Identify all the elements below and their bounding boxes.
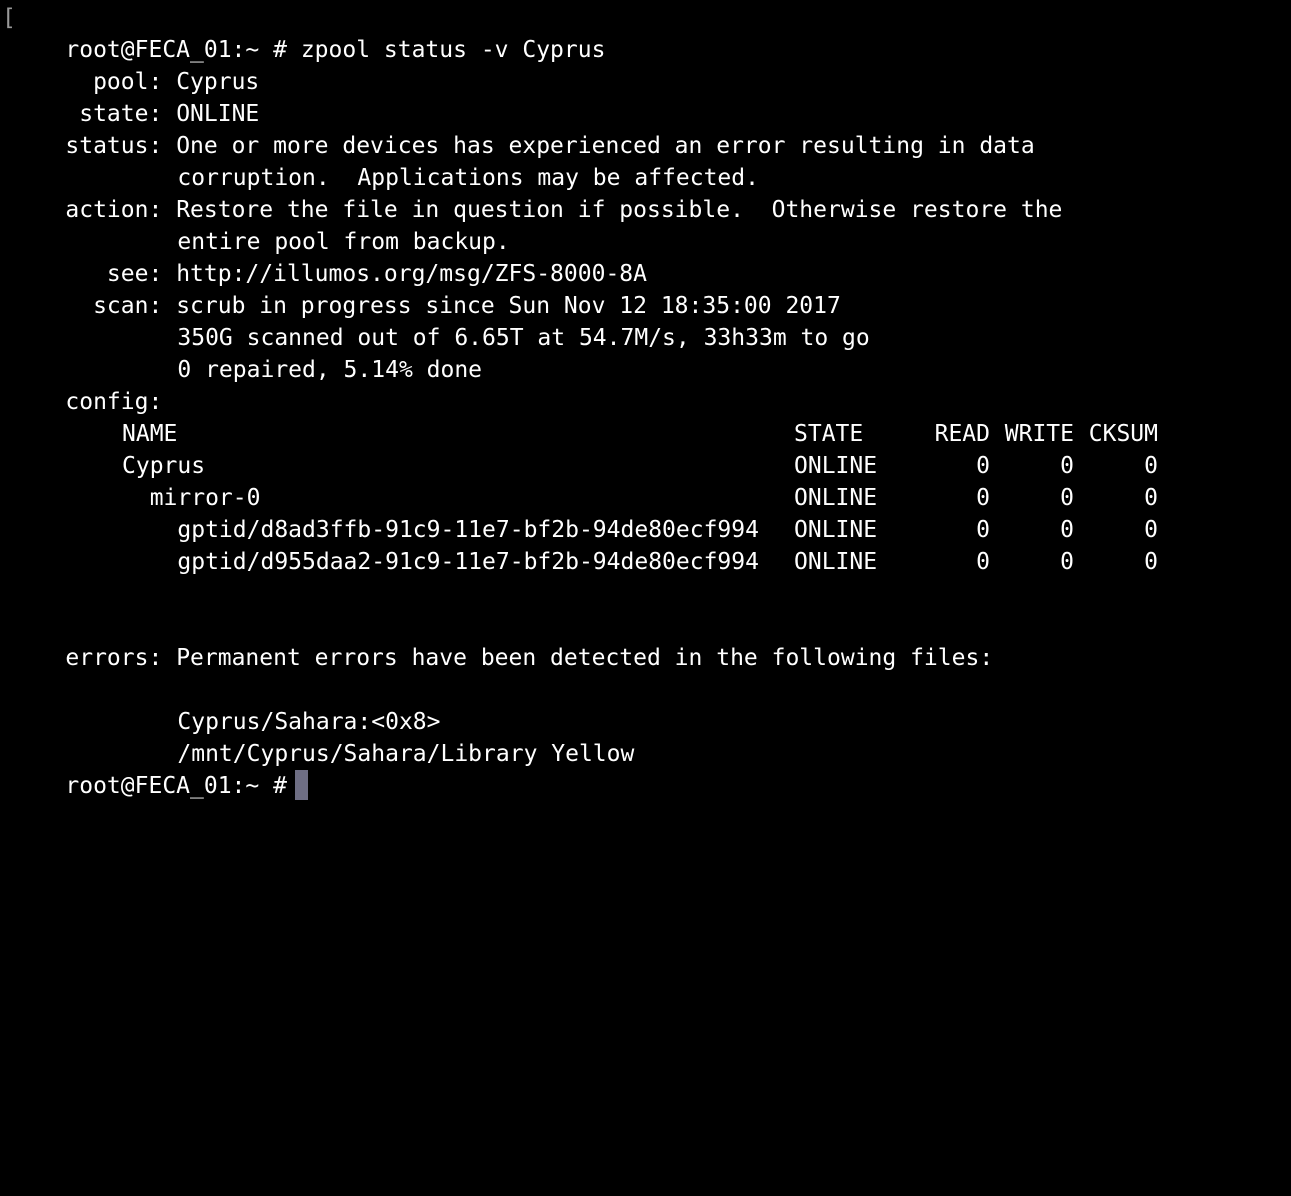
row-cksum: 0: [1144, 485, 1158, 511]
scrollback-marker: [: [2, 5, 16, 31]
status-line-1: status: One or more devices has experien…: [10, 98, 1034, 159]
row-write: 0: [1060, 485, 1074, 511]
header-read: READ: [934, 421, 990, 447]
table-row: gptid/d8ad3ffb-91c9-11e7-bf2b-94de80ecf9…: [10, 514, 1190, 546]
table-row: Cyprus ONLINE 0 0 0: [10, 450, 1190, 482]
prompt-line[interactable]: root@FECA_01:~ #: [10, 738, 308, 800]
row-write: 0: [1060, 517, 1074, 543]
error-file: Cyprus/Sahara:<0x8>: [10, 674, 440, 735]
row-state: ONLINE: [794, 549, 878, 575]
status-line-2: corruption. Applications may be affected…: [10, 130, 759, 191]
error-file: /mnt/Cyprus/Sahara/Library Yellow: [10, 706, 634, 767]
scan-line-2: 350G scanned out of 6.65T at 54.7M/s, 33…: [10, 290, 869, 351]
errors-label: errors:: [65, 645, 163, 671]
command-text: zpool status -v Cyprus: [300, 37, 606, 63]
scan-text-3: 0 repaired, 5.14% done: [177, 357, 483, 383]
errors-message: Permanent errors have been detected in t…: [176, 645, 994, 671]
terminal-window[interactable]: [root@FECA_01:~ # zpool status -v Cyprus…: [2, 0, 1285, 800]
action-line-2: entire pool from backup.: [10, 194, 509, 255]
action-line-1: action: Restore the file in question if …: [10, 162, 1062, 223]
row-read: 0: [976, 517, 990, 543]
header-state: STATE: [794, 421, 864, 447]
row-state: ONLINE: [794, 453, 878, 479]
config-table-header: NAME STATE READ WRITE CKSUM: [10, 418, 1190, 450]
see-line: see: http://illumos.org/msg/ZFS-8000-8A: [10, 226, 647, 287]
row-read: 0: [976, 485, 990, 511]
row-read: 0: [976, 453, 990, 479]
prompt: root@FECA_01:~ #: [65, 773, 287, 799]
row-name: mirror-0: [122, 485, 261, 511]
header-cksum: CKSUM: [1088, 421, 1158, 447]
header-write: WRITE: [1004, 421, 1074, 447]
command-line: [root@FECA_01:~ # zpool status -v Cyprus: [2, 2, 605, 63]
scan-line-3: 0 repaired, 5.14% done: [10, 322, 482, 383]
config-label: config:: [65, 389, 163, 415]
table-row: mirror-0 ONLINE 0 0 0: [10, 482, 1190, 514]
row-cksum: 0: [1144, 517, 1158, 543]
pool-line: pool: Cyprus: [10, 34, 259, 95]
row-state: ONLINE: [794, 517, 878, 543]
row-cksum: 0: [1144, 549, 1158, 575]
row-write: 0: [1060, 453, 1074, 479]
text-cursor[interactable]: [294, 770, 308, 800]
row-write: 0: [1060, 549, 1074, 575]
row-cksum: 0: [1144, 453, 1158, 479]
row-name: gptid/d955daa2-91c9-11e7-bf2b-94de80ecf9…: [122, 549, 759, 575]
row-read: 0: [976, 549, 990, 575]
row-state: ONLINE: [794, 485, 878, 511]
config-line: config:: [10, 354, 162, 415]
row-name: gptid/d8ad3ffb-91c9-11e7-bf2b-94de80ecf9…: [122, 517, 759, 543]
header-name: NAME: [122, 421, 178, 447]
row-name: Cyprus: [122, 453, 206, 479]
table-row: gptid/d955daa2-91c9-11e7-bf2b-94de80ecf9…: [10, 546, 1190, 578]
state-line: state: ONLINE: [10, 66, 259, 127]
errors-line: errors: Permanent errors have been detec…: [10, 610, 993, 671]
scan-line-1: scan: scrub in progress since Sun Nov 12…: [10, 258, 841, 319]
